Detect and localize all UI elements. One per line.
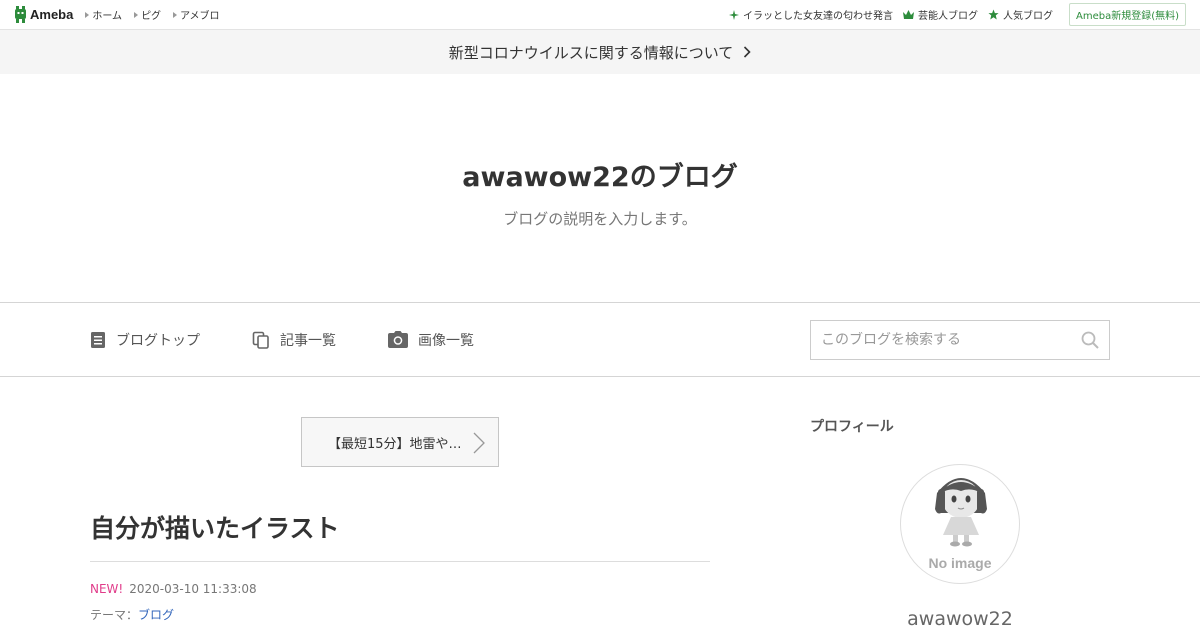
sidebar: プロフィール No image awawow22	[810, 377, 1110, 630]
tab-article-list[interactable]: 記事一覧	[252, 330, 336, 350]
profile-heading: プロフィール	[810, 419, 894, 435]
global-nav-left: ホーム ピグ アメブロ	[85, 7, 220, 22]
next-article-label: 【最短15分】地雷や…	[328, 436, 462, 452]
nav-home[interactable]: ホーム	[85, 7, 122, 22]
tab-image-list-label: 画像一覧	[418, 332, 474, 349]
nav-celebrity-blog-label: 芸能人ブログ	[917, 11, 978, 22]
article-timestamp: 2020-03-10 11:33:08	[129, 582, 257, 596]
tab-blog-top-label: ブログトップ	[116, 332, 200, 349]
nav-pigg-label: ピグ	[141, 11, 162, 22]
announcement-text: 新型コロナウイルスに関する情報について	[448, 43, 734, 62]
sparkle-icon	[728, 9, 739, 20]
blog-nav: ブログトップ 記事一覧 画像一覧	[0, 303, 1200, 377]
article-theme: テーマ：ブログ	[90, 606, 710, 623]
article-meta: NEW! 2020-03-10 11:33:08	[90, 582, 710, 596]
chevron-right-icon	[744, 46, 751, 58]
nav-popular-blog[interactable]: 人気ブログ	[988, 7, 1053, 22]
profile-username[interactable]: awawow22	[810, 608, 1110, 630]
star-icon	[988, 9, 999, 20]
article-column: 【最短15分】地雷や… 自分が描いたイラスト NEW! 2020-03-10 1…	[90, 377, 710, 630]
theme-label: テーマ：	[90, 608, 139, 622]
tab-blog-top[interactable]: ブログトップ	[90, 330, 200, 350]
covid-announcement-link[interactable]: 新型コロナウイルスに関する情報について	[0, 30, 1200, 74]
triangle-right-icon	[173, 11, 178, 18]
tab-image-list[interactable]: 画像一覧	[388, 330, 474, 350]
no-image-text: No image	[928, 555, 992, 571]
blog-title[interactable]: awawow22のブログ	[462, 155, 737, 194]
tab-article-list-label: 記事一覧	[280, 332, 336, 349]
blog-description: ブログの説明を入力します。	[503, 210, 697, 228]
nav-trending-topic[interactable]: イラッとした女友達の匂わせ発言	[728, 7, 893, 22]
camera-icon	[388, 331, 408, 348]
next-article-link[interactable]: 【最短15分】地雷や…	[301, 417, 499, 467]
new-badge: NEW!	[90, 582, 124, 596]
blog-header: awawow22のブログ ブログの説明を入力します。	[0, 74, 1200, 303]
blog-search-box	[810, 319, 1110, 360]
triangle-right-icon	[85, 11, 90, 18]
triangle-right-icon	[134, 11, 139, 18]
nav-home-label: ホーム	[92, 11, 123, 22]
nav-pigg[interactable]: ピグ	[134, 7, 161, 22]
ameba-logo[interactable]: Ameba	[14, 6, 73, 23]
blog-search-input[interactable]	[821, 331, 1081, 348]
nav-ameblo-label: アメブロ	[180, 11, 220, 22]
crown-icon	[902, 10, 914, 19]
avatar[interactable]: No image	[900, 464, 1020, 584]
copy-icon	[252, 331, 269, 349]
chevron-right-icon	[473, 432, 485, 454]
ameba-logo-icon	[15, 6, 26, 23]
main-area: 【最短15分】地雷や… 自分が描いたイラスト NEW! 2020-03-10 1…	[0, 377, 1200, 630]
global-nav-right: イラッとした女友達の匂わせ発言 芸能人ブログ 人気ブログ Ameba新規登録(無…	[728, 3, 1186, 26]
nav-trending-topic-label: イラッとした女友達の匂わせ発言	[742, 11, 893, 22]
top-bar: Ameba ホーム ピグ アメブロ イラッとした女友達の匂わせ発言 芸能人ブログ…	[0, 0, 1200, 30]
article-title[interactable]: 自分が描いたイラスト	[90, 509, 710, 562]
logo-text: Ameba	[30, 7, 74, 22]
nav-ameblo[interactable]: アメブロ	[173, 7, 220, 22]
search-icon[interactable]	[1081, 331, 1099, 349]
nav-popular-blog-label: 人気ブログ	[1002, 11, 1053, 22]
nav-celebrity-blog[interactable]: 芸能人ブログ	[902, 7, 978, 22]
theme-link[interactable]: ブログ	[138, 608, 174, 622]
document-icon	[91, 331, 105, 348]
register-button[interactable]: Ameba新規登録(無料)	[1068, 3, 1186, 26]
